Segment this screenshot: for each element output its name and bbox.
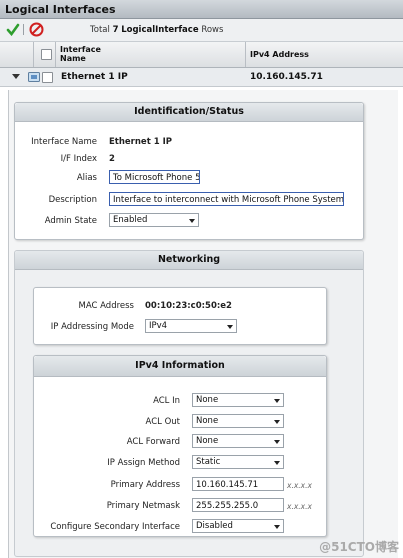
chevron-down-icon bbox=[274, 420, 280, 424]
check-icon[interactable] bbox=[6, 23, 20, 36]
primary-netmask-input[interactable]: 255.255.255.0 bbox=[192, 498, 284, 512]
watermark: @51CTO博客 bbox=[319, 540, 399, 554]
ip-addressing-mode-select[interactable]: IPv4 bbox=[145, 319, 237, 333]
configure-secondary-value: Disabled bbox=[196, 521, 233, 531]
row-interface-name: Ethernet 1 IP bbox=[61, 72, 128, 82]
table-row[interactable]: Ethernet 1 IP 10.160.145.71 bbox=[0, 68, 403, 87]
expand-arrow-icon[interactable] bbox=[12, 74, 20, 79]
column-header-interface-name[interactable]: Interface Name bbox=[60, 45, 115, 63]
networking-panel: Networking MAC Address 00:10:23:c0:50:e2… bbox=[14, 250, 364, 557]
primary-address-hint: x.x.x.x bbox=[287, 481, 312, 490]
mac-address-label: MAC Address bbox=[78, 301, 135, 311]
acl-forward-label: ACL Forward bbox=[126, 437, 180, 447]
alias-label: Alias bbox=[76, 173, 97, 183]
acl-out-value: None bbox=[196, 416, 219, 426]
primary-address-label: Primary Address bbox=[110, 480, 180, 490]
acl-forward-select[interactable]: None bbox=[192, 434, 284, 448]
networking-panel-title: Networking bbox=[15, 251, 363, 270]
acl-forward-value: None bbox=[196, 436, 219, 446]
chevron-down-icon bbox=[189, 219, 195, 223]
admin-state-value: Enabled bbox=[113, 215, 148, 225]
column-header-ipv4-address[interactable]: IPv4 Address bbox=[250, 50, 309, 59]
select-all-checkbox[interactable] bbox=[41, 49, 52, 60]
row-count-label: Total 7 LogicalInterface Rows bbox=[90, 25, 224, 35]
identification-panel: Identification/Status Interface Name Eth… bbox=[14, 102, 364, 240]
acl-in-value: None bbox=[196, 395, 219, 405]
toolbar-divider bbox=[23, 24, 24, 35]
window-title: Logical Interfaces bbox=[5, 3, 116, 16]
chevron-down-icon bbox=[274, 440, 280, 444]
primary-netmask-hint: x.x.x.x bbox=[287, 502, 312, 511]
configure-secondary-label: Configure Secondary Interface bbox=[50, 522, 180, 532]
ip-addressing-mode-label: IP Addressing Mode bbox=[50, 322, 134, 332]
admin-state-select[interactable]: Enabled bbox=[109, 213, 199, 227]
ip-assign-method-value: Static bbox=[196, 457, 221, 467]
window-title-bar: Logical Interfaces bbox=[0, 0, 403, 19]
description-label: Description bbox=[48, 195, 97, 205]
ipv4-information-panel: IPv4 Information ACL In None ACL Out Non… bbox=[33, 355, 327, 537]
ipv4-information-title: IPv4 Information bbox=[34, 356, 326, 377]
row-checkbox[interactable] bbox=[42, 72, 53, 83]
cancel-icon[interactable] bbox=[29, 22, 44, 37]
interface-name-value: Ethernet 1 IP bbox=[109, 137, 172, 147]
if-index-label: I/F Index bbox=[60, 154, 97, 164]
row-ipv4-address: 10.160.145.71 bbox=[250, 72, 323, 82]
identification-panel-title: Identification/Status bbox=[15, 103, 363, 122]
primary-netmask-label: Primary Netmask bbox=[106, 501, 180, 511]
if-index-value: 2 bbox=[109, 154, 115, 164]
mac-ip-mode-section: MAC Address 00:10:23:c0:50:e2 IP Address… bbox=[33, 287, 327, 345]
interface-name-label: Interface Name bbox=[31, 137, 97, 147]
toolbar: Total 7 LogicalInterface Rows bbox=[0, 19, 403, 42]
table-header: Interface Name IPv4 Address bbox=[0, 42, 403, 68]
acl-out-label: ACL Out bbox=[145, 417, 180, 427]
ip-addressing-mode-value: IPv4 bbox=[149, 321, 168, 331]
ip-assign-method-label: IP Assign Method bbox=[107, 458, 180, 468]
acl-in-select[interactable]: None bbox=[192, 393, 284, 407]
mac-address-value: 00:10:23:c0:50:e2 bbox=[145, 301, 232, 311]
configure-secondary-select[interactable]: Disabled bbox=[192, 519, 284, 533]
admin-state-label: Admin State bbox=[44, 216, 97, 226]
acl-in-label: ACL In bbox=[153, 396, 180, 406]
interface-icon bbox=[28, 72, 40, 82]
chevron-down-icon bbox=[274, 399, 280, 403]
chevron-down-icon bbox=[274, 525, 280, 529]
chevron-down-icon bbox=[227, 325, 233, 329]
ip-assign-method-select[interactable]: Static bbox=[192, 455, 284, 469]
primary-address-input[interactable]: 10.160.145.71 bbox=[192, 477, 284, 491]
acl-out-select[interactable]: None bbox=[192, 414, 284, 428]
alias-input[interactable]: To Microsoft Phone 5 bbox=[109, 170, 200, 184]
description-input[interactable]: Interface to interconnect with Microsoft… bbox=[109, 192, 344, 206]
chevron-down-icon bbox=[274, 461, 280, 465]
